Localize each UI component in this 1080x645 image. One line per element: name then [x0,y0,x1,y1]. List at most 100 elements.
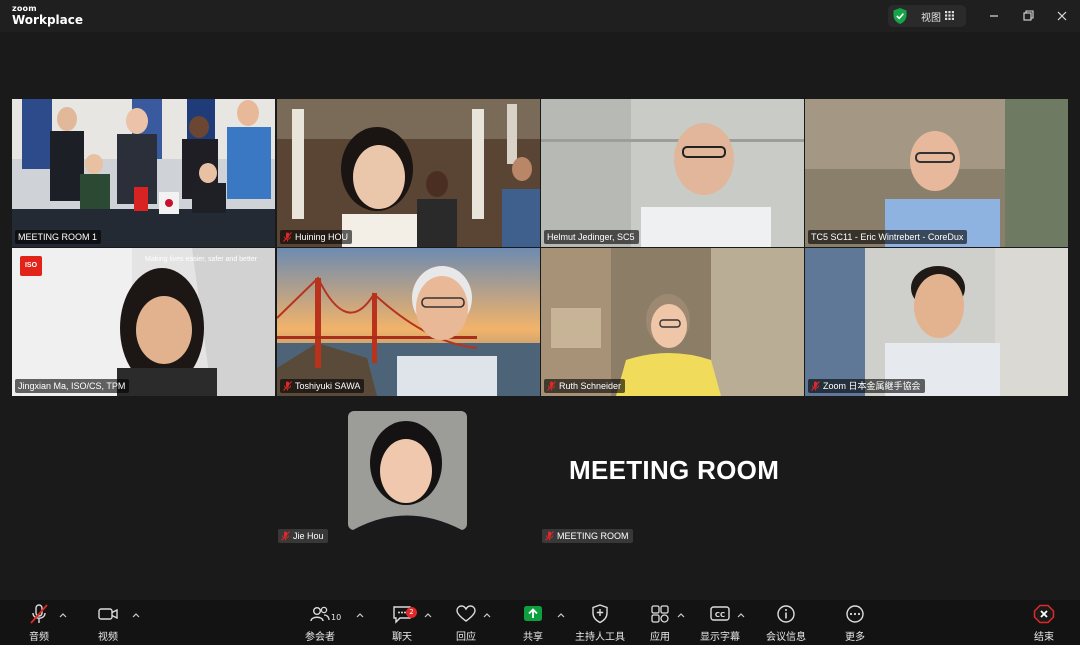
participants-icon [310,606,330,622]
video-tile-meeting-room-1[interactable]: MEETING ROOM 1 [12,99,275,247]
heart-icon [456,605,476,622]
share-label: 共享 [523,632,543,643]
video-label: 视频 [98,632,118,643]
chat-options-chevron-icon[interactable] [424,612,432,618]
reactions-button[interactable]: 回应 [434,604,498,644]
svg-text:CC: CC [715,611,725,619]
jingxian-ma-video [12,248,275,396]
encryption-shield-icon [893,8,907,24]
participant-name-tag: Jie Hou [278,529,328,543]
video-tile-helmut-jedinger[interactable]: Helmut Jedinger, SC5 [541,99,804,247]
participant-name-tag: Ruth Schneider [544,379,626,393]
captions-options-chevron-icon[interactable] [737,612,745,618]
grid-view-icon [945,11,954,20]
participant-name: Jingxian Ma, ISO/CS, TPM [18,381,126,391]
video-tile-ruth-schneider[interactable]: Ruth Schneider [541,248,804,396]
audio-options-chevron-icon[interactable] [59,612,67,618]
participant-name-tag: Toshiyuki SAWA [280,379,365,393]
video-tile-eric-wintrebert[interactable]: TC5 SC11 - Eric Wintrebert - CoreDux [805,99,1068,247]
participant-name: Ruth Schneider [559,381,622,391]
host-tools-button[interactable]: 主持人工具 [568,604,632,644]
meeting-info-label: 会议信息 [766,632,806,643]
view-button[interactable]: 视图 [888,5,966,27]
end-meeting-button[interactable]: 结束 [1012,604,1076,644]
helmut-jedinger-video [541,99,804,247]
logo-zoom-text: zoom [12,4,37,13]
share-options-chevron-icon[interactable] [557,612,565,618]
logo-workplace-text: Workplace [12,13,84,27]
chat-label: 聊天 [392,632,412,643]
shield-icon [592,604,608,624]
info-icon [777,605,795,623]
participants-count: 10 [331,613,342,622]
audio-button[interactable]: 音频 [7,604,71,644]
participant-name: Helmut Jedinger, SC5 [547,232,635,242]
participants-options-chevron-icon[interactable] [356,612,364,618]
reactions-label: 回应 [456,632,476,643]
video-options-chevron-icon[interactable] [132,612,140,618]
ruth-schneider-video [541,248,804,396]
share-screen-icon [524,606,542,621]
apps-options-chevron-icon[interactable] [677,612,685,618]
chat-button[interactable]: 聊天 [370,604,434,644]
mic-muted-icon [30,604,48,624]
audio-label: 音频 [29,632,49,643]
video-tile-jingxian-ma[interactable]: ISO Making lives easier, safer and bette… [12,248,275,396]
jie-hou-photo [348,411,467,530]
participant-name: TC5 SC11 - Eric Wintrebert - CoreDux [811,232,964,242]
share-button[interactable]: 共享 [501,604,565,644]
apps-label: 应用 [650,632,670,643]
apps-button[interactable]: 应用 [628,604,692,644]
video-tile-huining-hou[interactable]: Huining HOU [277,99,540,247]
participants-label: 参会者 [305,632,335,643]
video-tile-toshiyuki-sawa[interactable]: Toshiyuki SAWA [277,248,540,396]
participant-name: Huining HOU [295,232,349,242]
restore-icon[interactable] [1019,7,1037,25]
meeting-info-button[interactable]: 会议信息 [754,604,818,644]
participant-name-tag: Huining HOU [280,230,353,244]
muted-mic-icon [547,381,556,391]
end-call-icon [1033,604,1055,624]
muted-mic-icon [545,531,554,541]
iso-logo: ISO [20,256,42,276]
huining-hou-video [277,99,540,247]
title-bar: zoom Workplace 视图 [0,0,1080,32]
close-icon[interactable] [1053,7,1071,25]
zoom-workplace-logo: zoom Workplace [12,4,84,27]
participant-name: MEETING ROOM [557,531,629,541]
participant-name: Jie Hou [293,531,324,541]
more-label: 更多 [845,632,865,643]
participant-name-tag: Helmut Jedinger, SC5 [544,230,639,244]
camera-icon [98,608,118,620]
more-dots-icon [846,605,864,623]
participant-name-tag: TC5 SC11 - Eric Wintrebert - CoreDux [808,230,968,244]
reactions-options-chevron-icon[interactable] [483,612,491,618]
participant-name: Zoom 日本金属継手協会 [823,381,921,391]
meeting-toolbar: 音频 视频 参会者 10 聊天 2 回应 共享 主持人工具 应用 CC 显示字幕 [0,600,1080,645]
minimize-icon[interactable] [985,7,1003,25]
captions-button[interactable]: CC 显示字幕 [688,604,752,644]
meeting-room-title[interactable]: MEETING ROOM [569,455,779,486]
end-label: 结束 [1034,632,1054,643]
participant-name-tag: Jingxian Ma, ISO/CS, TPM [15,379,130,393]
apps-icon [651,605,669,623]
avatar-jie-hou[interactable] [348,411,467,530]
captions-label: 显示字幕 [700,632,740,643]
participant-name-tag: Zoom 日本金属継手協会 [808,379,925,393]
participants-button[interactable]: 参会者 [288,604,352,644]
participant-name: MEETING ROOM 1 [18,232,98,242]
more-button[interactable]: 更多 [823,604,887,644]
participant-name-tag: MEETING ROOM 1 [15,230,102,244]
toshiyuki-sawa-video [277,248,540,396]
zoom-japan-video [805,248,1068,396]
muted-mic-icon [283,232,292,242]
closed-captions-icon: CC [710,606,730,621]
muted-mic-icon [811,381,820,391]
chat-unread-badge: 2 [406,607,417,618]
video-button[interactable]: 视频 [76,604,140,644]
host-tools-label: 主持人工具 [575,632,625,643]
view-label: 视图 [921,13,941,24]
participant-name: Toshiyuki SAWA [295,381,361,391]
muted-mic-icon [281,531,290,541]
video-tile-zoom-japan[interactable]: Zoom 日本金属継手協会 [805,248,1068,396]
